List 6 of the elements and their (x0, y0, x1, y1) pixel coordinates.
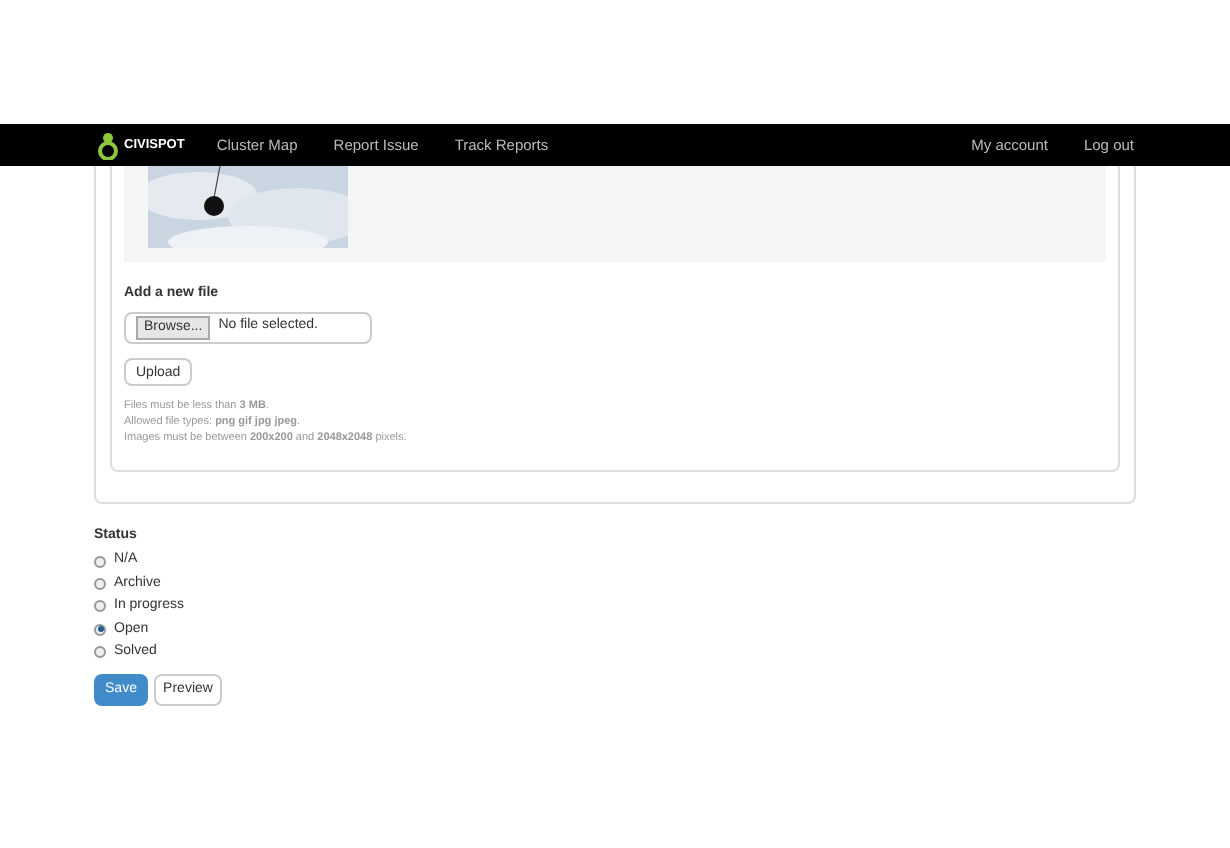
radio-button[interactable] (94, 623, 106, 636)
radio-button[interactable] (94, 600, 106, 613)
radio-button[interactable] (94, 555, 106, 568)
radio-button[interactable] (94, 578, 106, 591)
logo-icon (96, 131, 120, 159)
radio-button[interactable] (94, 646, 106, 659)
